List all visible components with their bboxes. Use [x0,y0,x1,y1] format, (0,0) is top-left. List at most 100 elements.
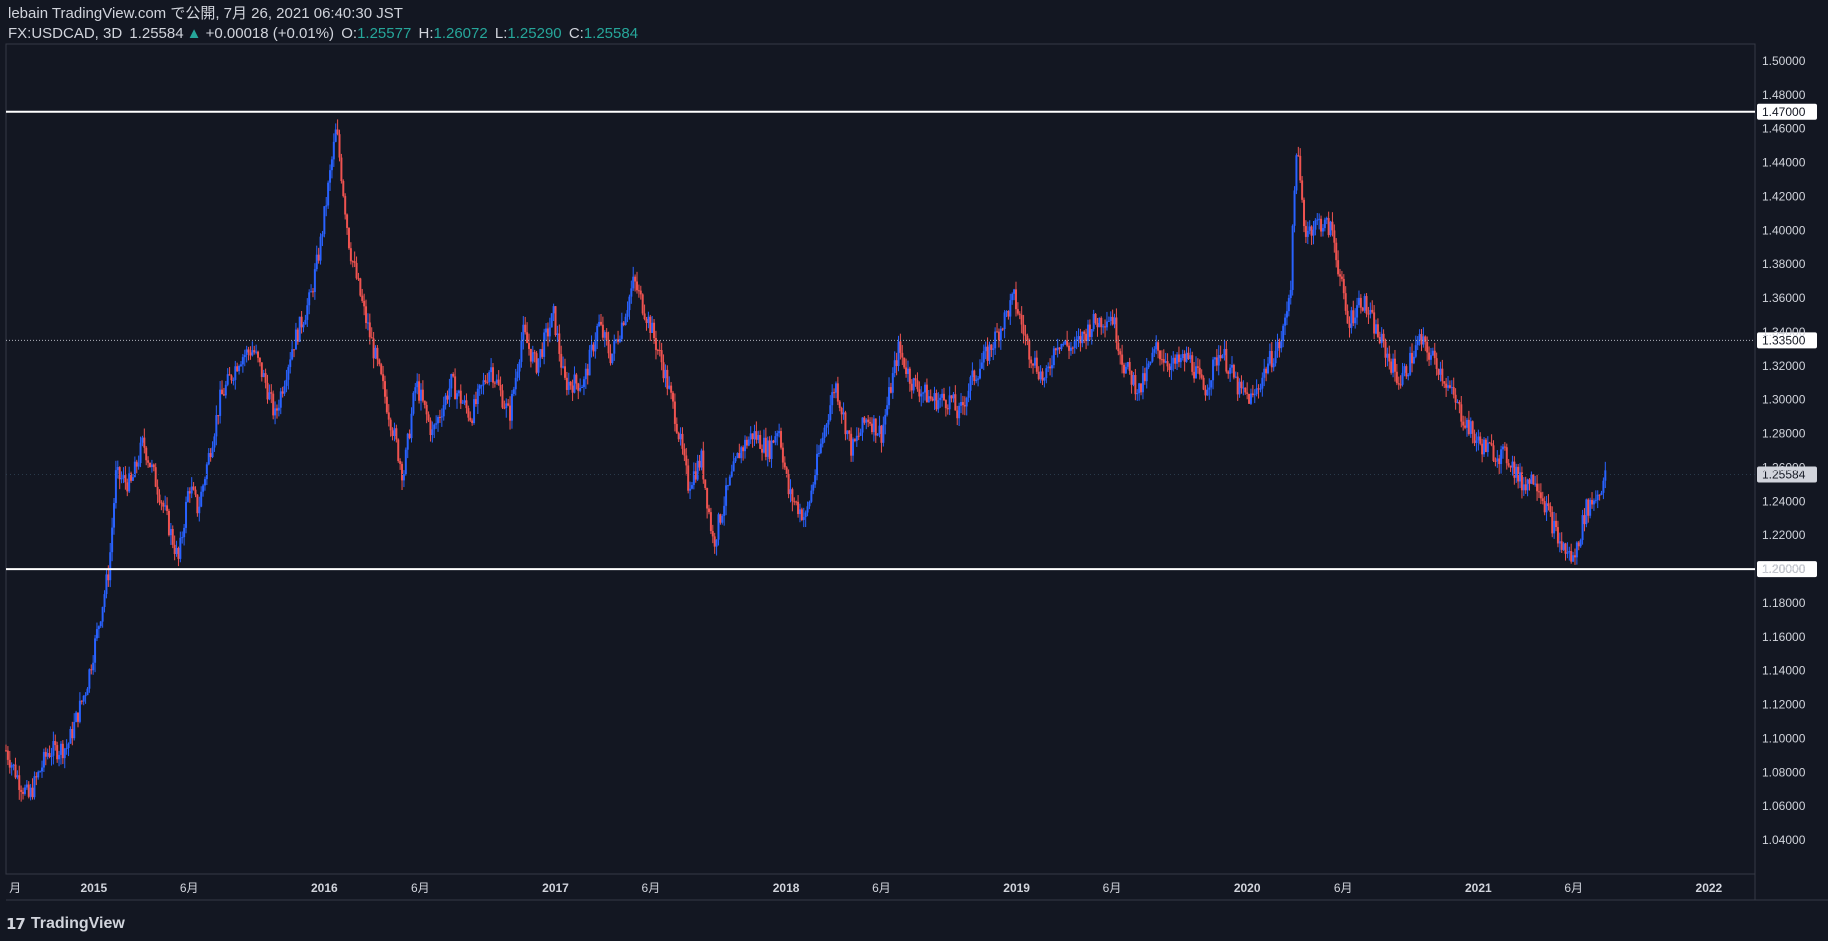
candle-body [177,547,180,559]
candle-body [480,385,483,387]
candle-body [1412,356,1415,364]
candle-body [1297,155,1300,157]
candle-body [744,439,747,452]
candle-body [1454,394,1457,403]
candle-body [1259,388,1262,390]
candle-body [1033,357,1036,366]
candle-body [698,460,701,468]
candle-body [1111,316,1114,325]
candle-body [541,349,544,357]
candle-body [338,134,341,158]
candle-body [1088,324,1091,337]
candle-body [1411,352,1414,364]
candle-body [628,296,631,311]
candle-body [1193,371,1196,379]
candle-body [1174,357,1177,364]
candle-body [1268,350,1271,364]
candle-body [416,381,419,388]
time-axis[interactable]: 月 2015 6月 2016 6月 2017 6月 2018 6月 2019 6月 2020 6月 202… [9,881,1722,895]
candle-body [27,784,30,797]
candle-body [1022,324,1025,335]
candle-body [630,288,633,297]
candle-body [730,471,733,477]
candle-body [1456,401,1459,403]
candle-body [1198,367,1201,375]
price-axis[interactable]: 1.04000 1.06000 1.08000 1.10000 1.12000 1.140… [1762,54,1806,847]
candle-body [1056,347,1059,351]
candle-body [450,374,453,389]
price-chart[interactable]: 1.470001.335001.200001.25584 1.040001.06… [0,0,1828,941]
candle-body [1060,343,1063,350]
candle-body [1132,375,1135,385]
candle-body [349,248,352,262]
candle-body [967,390,970,398]
candle-body [255,351,258,353]
candle-body [992,348,995,350]
candle-body [662,362,665,379]
candle-body [1484,439,1487,453]
candle-body [1071,347,1074,349]
candle-body [931,398,934,401]
candle-body [171,528,174,545]
candle-body [1558,541,1561,544]
candle-body [249,352,252,356]
candle-body [78,700,81,722]
candle-body [1122,364,1125,374]
candle-body [1452,387,1455,395]
candle-body [1102,326,1105,328]
candle-body [1602,480,1605,493]
candle-body [1306,230,1309,237]
y-tick-label: 1.34000 [1762,325,1806,339]
candle-body [978,368,981,379]
candle-body [977,378,980,380]
candle-body [262,373,265,378]
candle-body [510,393,513,421]
candle-body [209,453,212,458]
candle-body [891,373,894,393]
candle-body [516,371,519,378]
candle-body [742,447,745,452]
candle-body [1280,340,1283,349]
x-tick-label: 2015 [80,881,107,895]
candle-body [1284,317,1287,326]
candle-body [1575,542,1578,558]
candle-body [1026,335,1029,341]
candle-body [39,771,42,773]
tradingview-logo[interactable]: 𝟭𝟳 TradingView [6,915,125,933]
candle-body [1062,343,1065,345]
candle-body [717,514,720,540]
candle-body [1534,483,1537,485]
candle-body [1003,312,1006,330]
candle-body [181,537,184,539]
candle-body [518,361,521,372]
candle-body [1160,359,1163,361]
candle-body [366,322,369,324]
candle-body [289,359,292,368]
y-tick-label: 1.44000 [1762,156,1806,170]
candle-body [1320,218,1323,232]
candle-body [937,400,940,410]
candle-body [207,453,210,465]
candle-body [886,405,889,415]
candle-body [852,439,855,456]
candle-body [418,381,421,401]
candle-body [689,488,692,491]
candle-body [1589,499,1592,516]
y-tick-label: 1.18000 [1762,596,1806,610]
candle-body [304,319,307,325]
candle-body [1393,358,1396,372]
candle-body [1195,366,1198,379]
candle-body [1359,297,1362,308]
candle-body [1176,354,1179,364]
candles-group [5,119,1607,802]
candle-body [1327,218,1330,236]
candle-body [270,392,273,394]
candle-body [1001,328,1004,330]
candle-body [1272,363,1275,368]
candle-body [853,439,856,441]
candle-body [563,366,566,378]
candle-body [810,490,813,502]
candle-body [789,489,792,495]
candle-body [798,509,801,515]
candle-body [840,407,843,415]
